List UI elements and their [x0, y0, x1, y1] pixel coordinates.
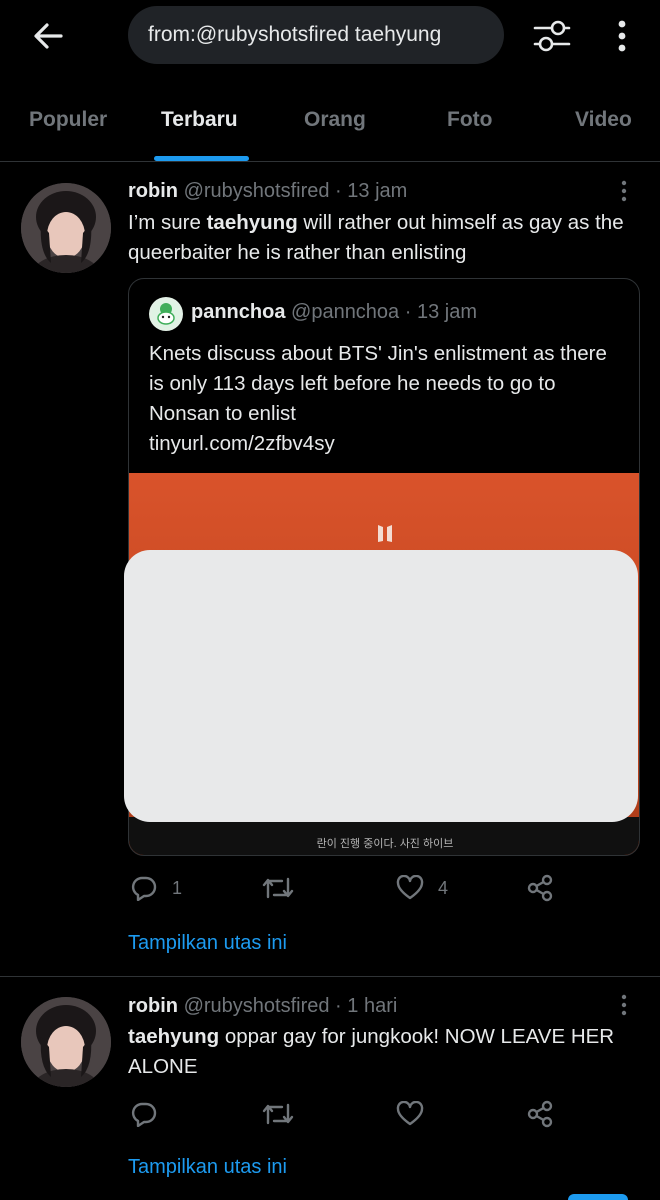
quoted-display-name: pannchoa — [191, 301, 286, 323]
search-term-highlight: taehyung — [128, 1025, 220, 1048]
share-button[interactable] — [526, 870, 554, 906]
media-caption: 란이 진행 중이다. 사진 하이브 — [316, 838, 454, 850]
search-term-highlight: taehyung — [206, 211, 298, 234]
timestamp[interactable]: 13 jam — [347, 180, 407, 202]
quoted-text-body: Knets discuss about BTS' Jin's enlistmen… — [149, 342, 607, 425]
pannchoa-logo-icon — [152, 300, 180, 328]
separator-dot: · — [404, 301, 412, 323]
more-vertical-icon — [621, 180, 627, 202]
avatar[interactable] — [21, 997, 111, 1087]
search-query: from:@rubyshotsfired taehyung — [148, 23, 442, 46]
tweet-text-part: I’m sure — [128, 211, 207, 234]
sliders-icon — [533, 20, 571, 52]
like-button[interactable]: 4 — [396, 870, 448, 906]
tweet-text: I’m sure taehyung will rather out himsel… — [128, 208, 643, 268]
tweet-actions — [0, 1096, 660, 1132]
quoted-link[interactable]: tinyurl.com/2zfbv4sy — [149, 432, 335, 455]
reply-icon — [131, 876, 157, 901]
retweet-button[interactable] — [262, 1096, 308, 1132]
share-button[interactable] — [526, 1096, 554, 1132]
retweet-icon — [262, 877, 294, 899]
tab-video[interactable]: Video — [575, 108, 632, 132]
search-input[interactable]: from:@rubyshotsfired taehyung — [128, 6, 504, 64]
quoted-header: pannchoa @pannchoa · 13 jam — [191, 301, 477, 324]
reply-button[interactable]: 1 — [130, 870, 182, 906]
reply-icon — [131, 1102, 157, 1127]
compose-button[interactable] — [568, 1194, 628, 1200]
active-tab-indicator — [154, 156, 249, 161]
retweet-icon — [262, 1103, 294, 1125]
more-vertical-icon — [621, 994, 627, 1016]
display-name[interactable]: robin — [128, 995, 178, 1017]
quoted-timestamp: 13 jam — [416, 301, 478, 323]
arrow-left-icon — [34, 23, 63, 49]
back-button[interactable] — [28, 18, 68, 54]
more-vertical-icon — [618, 20, 626, 52]
top-bar: from:@rubyshotsfired taehyung — [0, 0, 660, 72]
tweet-menu-button[interactable] — [612, 176, 636, 206]
tweet-divider — [0, 976, 660, 977]
heart-icon — [396, 875, 424, 900]
like-button[interactable] — [396, 1096, 438, 1132]
separator-dot: · — [335, 180, 342, 202]
username[interactable]: @rubyshotsfired — [184, 995, 330, 1017]
bts-logo-icon — [378, 525, 392, 542]
timestamp[interactable]: 1 hari — [347, 995, 397, 1017]
more-options-button[interactable] — [608, 16, 636, 56]
retweet-button[interactable] — [262, 870, 308, 906]
search-tabs: Populer Terbaru Orang Foto Video — [0, 90, 660, 162]
username[interactable]: @rubyshotsfired — [184, 180, 330, 202]
quoted-text: Knets discuss about BTS' Jin's enlistmen… — [149, 339, 619, 459]
tweet-header: robin @rubyshotsfired · 13 jam — [128, 180, 407, 203]
tweet-header: robin @rubyshotsfired · 1 hari — [128, 995, 397, 1018]
tweet-actions: 1 4 — [0, 870, 660, 906]
show-thread-link[interactable]: Tampilkan utas ini — [128, 1156, 287, 1179]
tab-orang[interactable]: Orang — [304, 108, 366, 132]
tab-terbaru[interactable]: Terbaru — [161, 108, 238, 132]
share-icon — [527, 874, 553, 902]
tab-populer[interactable]: Populer — [29, 108, 107, 132]
avatar-image — [21, 997, 111, 1087]
avatar-image — [21, 183, 111, 273]
redaction-block — [124, 550, 638, 822]
show-thread-link[interactable]: Tampilkan utas ini — [128, 932, 287, 955]
share-icon — [527, 1100, 553, 1128]
quoted-avatar — [149, 297, 183, 331]
tab-foto[interactable]: Foto — [447, 108, 492, 132]
like-count: 4 — [438, 877, 449, 898]
avatar[interactable] — [21, 183, 111, 273]
tweet-menu-button[interactable] — [612, 990, 636, 1020]
quoted-username: @pannchoa — [291, 301, 400, 323]
reply-button[interactable] — [130, 1096, 172, 1132]
reply-count: 1 — [172, 877, 183, 898]
heart-icon — [396, 1101, 424, 1126]
display-name[interactable]: robin — [128, 180, 178, 202]
tweet-text: taehyung oppar gay for jungkook! NOW LEA… — [128, 1022, 643, 1082]
search-filter-button[interactable] — [530, 16, 574, 56]
separator-dot: · — [335, 995, 342, 1017]
